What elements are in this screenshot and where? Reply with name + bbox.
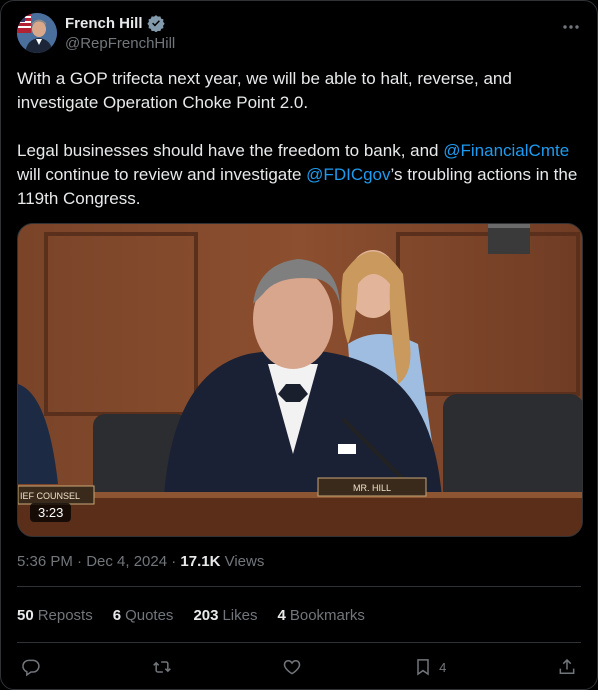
tweet-header: French Hill @RepFrenchHill (17, 13, 581, 55)
bookmarks-stat[interactable]: 4 Bookmarks (278, 607, 365, 624)
engagement-stats: 50 Reposts 6 Quotes 203 Likes 4 Bookmarks (17, 607, 365, 624)
quotes-label: Quotes (125, 607, 174, 624)
nameplate-text: MR. HILL (353, 483, 391, 493)
reply-icon (22, 659, 40, 677)
tweet-timestamp[interactable]: 5:36 PM · Dec 4, 2024 · (17, 553, 180, 570)
repost-button[interactable] (152, 657, 172, 677)
likes-stat[interactable]: 203 Likes (193, 607, 257, 624)
bookmarks-label: Bookmarks (289, 607, 365, 624)
bookmark-count: 4 (439, 659, 447, 675)
tweet-meta: 5:36 PM · Dec 4, 2024 · 17.1K Views (17, 553, 264, 570)
reply-button[interactable] (21, 657, 41, 677)
reposts-stat[interactable]: 50 Reposts (17, 607, 93, 624)
tweet-paragraph-1: With a GOP trifecta next year, we will b… (17, 69, 512, 112)
divider (17, 586, 581, 587)
reposts-label: Reposts (37, 607, 93, 624)
author-block: French Hill @RepFrenchHill (65, 14, 175, 53)
reposts-count: 50 (17, 607, 34, 624)
tweet-text-segment: Legal businesses should have the freedom… (17, 141, 444, 160)
share-button[interactable] (557, 657, 577, 677)
repost-icon (152, 661, 171, 673)
heart-icon (284, 659, 301, 675)
action-bar: 4 (17, 653, 581, 681)
like-button[interactable] (282, 657, 302, 677)
author-name[interactable]: French Hill (65, 15, 143, 32)
tweet-text-segment: will continue to review and investigate (17, 165, 307, 184)
mention-financialcmte[interactable]: @FinancialCmte (443, 141, 569, 160)
bookmark-icon (417, 659, 429, 676)
divider (17, 642, 581, 643)
video-frame: MR. HILL IEF COUNSEL (18, 224, 582, 536)
mention-fdicgov[interactable]: @FDICgov (306, 165, 390, 184)
more-options-icon[interactable] (561, 17, 581, 37)
tweet-text: With a GOP trifecta next year, we will b… (17, 67, 583, 211)
likes-label: Likes (222, 607, 258, 624)
quotes-count: 6 (112, 607, 122, 624)
tweet-card: French Hill @RepFrenchHill With a GOP tr… (0, 0, 598, 690)
quotes-stat[interactable]: 6 Quotes (113, 607, 174, 624)
views-label: Views (220, 553, 265, 570)
verified-badge-icon (146, 15, 165, 32)
share-icon (559, 658, 575, 674)
avatar[interactable] (17, 13, 57, 53)
bookmark-button[interactable]: 4 (413, 657, 446, 677)
side-plate-text: IEF COUNSEL (20, 491, 80, 501)
video-player[interactable]: MR. HILL IEF COUNSEL 3:23 (17, 223, 583, 537)
video-duration: 3:23 (30, 503, 72, 522)
likes-count: 203 (193, 607, 219, 624)
views-count: 17.1K (180, 553, 221, 570)
author-handle[interactable]: @RepFrenchHill (65, 35, 175, 52)
tweet-paragraph-2: Legal businesses should have the freedom… (17, 139, 583, 211)
bookmarks-count: 4 (277, 607, 286, 624)
